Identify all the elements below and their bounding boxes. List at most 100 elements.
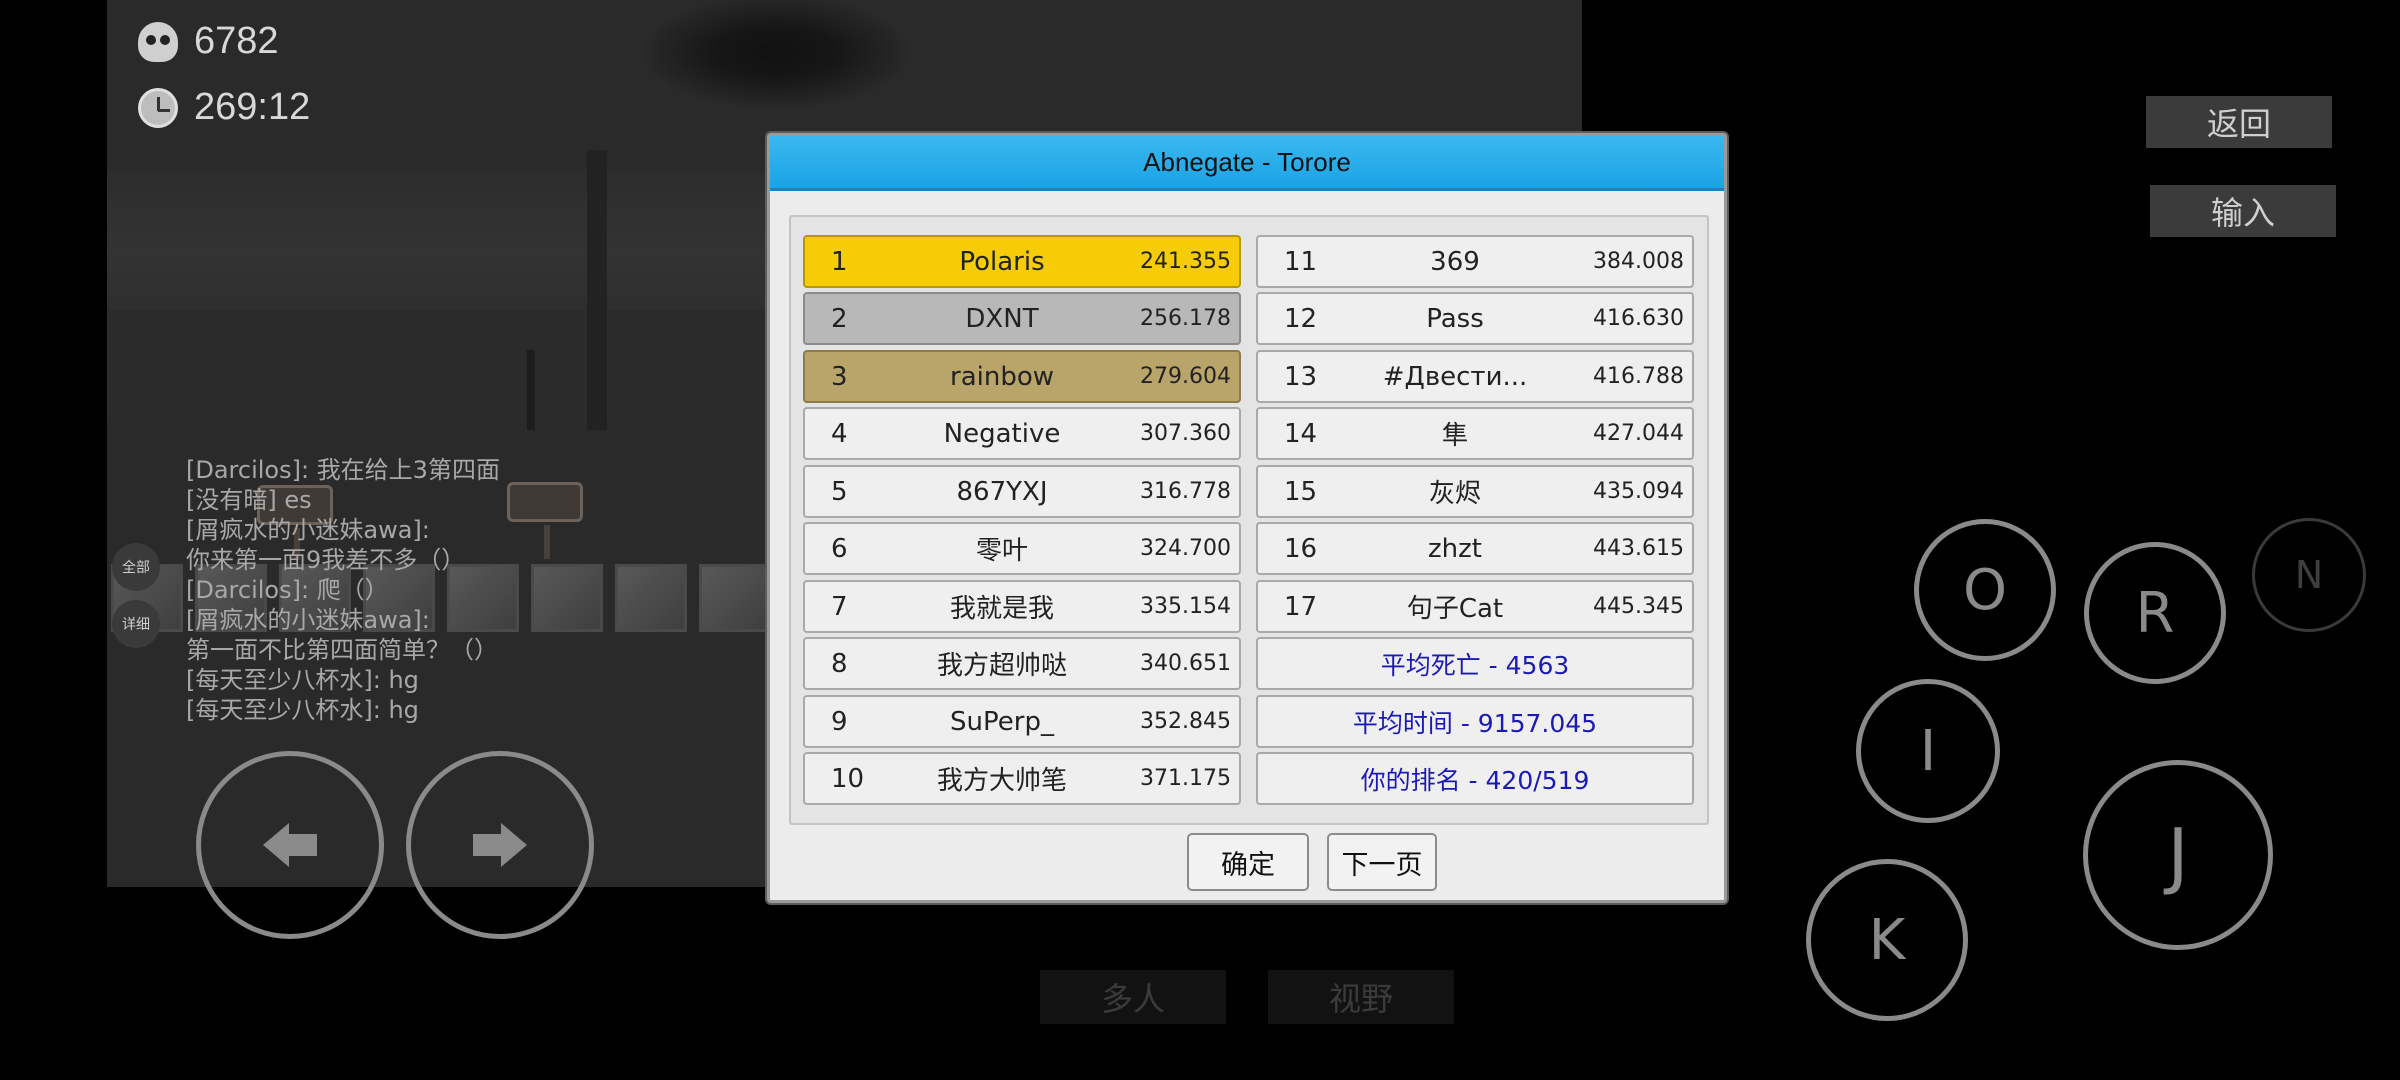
chat-line: [屑疯水的小迷妹awa]: xyxy=(186,516,430,544)
leaderboard-row: 15 灰烬 435.094 xyxy=(1256,465,1694,518)
clear-time: 427.044 xyxy=(1593,421,1684,446)
leaderboard-row: 14 隼 427.044 xyxy=(1256,407,1694,460)
chat-line: [Darcilos]: 我在给上3第四面 xyxy=(186,456,500,484)
key-j-button[interactable]: J xyxy=(2083,760,2273,950)
rank: 8 xyxy=(831,648,848,679)
key-r-button[interactable]: R xyxy=(2084,542,2226,684)
clear-time: 371.175 xyxy=(1140,766,1231,791)
rank: 3 xyxy=(831,361,848,392)
next-page-button[interactable]: 下一页 xyxy=(1327,833,1437,891)
player-name: 句子Cat xyxy=(1406,594,1504,624)
rank: 9 xyxy=(831,706,848,737)
clear-time: 384.008 xyxy=(1593,249,1684,274)
player-name: 零叶 xyxy=(975,536,1028,566)
clear-time: 256.178 xyxy=(1140,306,1231,331)
key-i-button[interactable]: I xyxy=(1856,679,2000,823)
time-value: 269:12 xyxy=(194,86,311,128)
chat-tab-all[interactable]: 全部 xyxy=(112,543,160,591)
background-shadow xyxy=(587,0,1007,150)
chat-line: [每天至少八杯水]: hg xyxy=(186,666,419,694)
leaderboard-row: 2 DXNT 256.178 xyxy=(803,292,1241,345)
death-counter: 6782 xyxy=(138,20,279,63)
player-name: SuPerp_ xyxy=(950,706,1054,737)
timer: 269:12 xyxy=(138,86,310,129)
chat-line: [每天至少八杯水]: hg xyxy=(186,696,419,724)
leaderboard-row: 3 rainbow 279.604 xyxy=(803,350,1241,403)
player-name: 我方大帅笔 xyxy=(936,766,1067,796)
dialog-title: Abnegate - Torore xyxy=(770,136,1724,191)
player-name: 我方超帅哒 xyxy=(936,651,1067,681)
chat-log: [Darcilos]: 我在给上3第四面 [没有暗] es [屑疯水的小迷妹aw… xyxy=(186,455,786,725)
average-time: 平均时间 - 9157.045 xyxy=(1256,695,1694,748)
background-pole xyxy=(527,350,535,430)
leaderboard-row: 7 我就是我 335.154 xyxy=(803,580,1241,633)
leaderboard-row: 5 867YXJ 316.778 xyxy=(803,465,1241,518)
rank: 4 xyxy=(831,418,848,449)
leaderboard-row: 9 SuPerp_ 352.845 xyxy=(803,695,1241,748)
player-name: 我就是我 xyxy=(949,594,1054,624)
clear-time: 241.355 xyxy=(1140,249,1231,274)
leaderboard-dialog: Abnegate - Torore 1 Polaris 241.355 2 DX… xyxy=(767,133,1727,903)
rank: 14 xyxy=(1284,418,1318,449)
clear-time: 445.345 xyxy=(1593,594,1684,619)
clear-time: 416.630 xyxy=(1593,306,1684,331)
clear-time: 335.154 xyxy=(1140,594,1231,619)
rank: 2 xyxy=(831,303,848,334)
rank: 1 xyxy=(831,246,848,277)
player-name: 369 xyxy=(1430,246,1480,277)
chat-line: 你来第一面9我差不多（） xyxy=(186,546,466,574)
background-wall xyxy=(587,150,607,430)
clock-icon xyxy=(138,87,178,128)
rank: 17 xyxy=(1284,591,1318,622)
average-deaths: 平均死亡 - 4563 xyxy=(1256,637,1694,690)
player-name: Polaris xyxy=(959,246,1045,277)
key-n-button[interactable]: N xyxy=(2252,518,2366,632)
rank: 10 xyxy=(831,763,865,794)
rank: 13 xyxy=(1284,361,1318,392)
player-name: 灰烬 xyxy=(1428,479,1481,509)
clear-time: 307.360 xyxy=(1140,421,1231,446)
rank: 16 xyxy=(1284,533,1318,564)
leaderboard-row: 11 369 384.008 xyxy=(1256,235,1694,288)
leaderboard-row: 12 Pass 416.630 xyxy=(1256,292,1694,345)
player-name: Negative xyxy=(943,418,1061,449)
skull-icon xyxy=(138,21,178,62)
back-button[interactable]: 返回 xyxy=(2146,96,2332,148)
multiplayer-button[interactable]: 多人 xyxy=(1040,970,1226,1024)
rank: 6 xyxy=(831,533,848,564)
leaderboard-row: 13 #Двести... 416.788 xyxy=(1256,350,1694,403)
key-o-button[interactable]: O xyxy=(1914,519,2056,661)
leaderboard-row: 1 Polaris 241.355 xyxy=(803,235,1241,288)
player-name: 867YXJ xyxy=(956,476,1048,507)
rank: 5 xyxy=(831,476,848,507)
leaderboard-row: 16 zhzt 443.615 xyxy=(1256,522,1694,575)
key-k-button[interactable]: K xyxy=(1806,859,1968,1021)
player-name: Pass xyxy=(1426,303,1484,334)
leaderboard-row: 4 Negative 307.360 xyxy=(803,407,1241,460)
rank: 11 xyxy=(1284,246,1318,277)
leaderboard: 1 Polaris 241.355 2 DXNT 256.178 3 rainb… xyxy=(789,215,1709,825)
player-name: 隼 xyxy=(1441,421,1468,451)
rank: 12 xyxy=(1284,303,1318,334)
clear-time: 324.700 xyxy=(1140,536,1231,561)
player-name: zhzt xyxy=(1428,533,1482,564)
clear-time: 340.651 xyxy=(1140,651,1231,676)
arrow-right-icon xyxy=(473,823,527,867)
player-name: rainbow xyxy=(950,361,1054,392)
ok-button[interactable]: 确定 xyxy=(1187,833,1309,891)
chat-line: [Darcilos]: 爬（） xyxy=(186,576,389,604)
leaderboard-row: 8 我方超帅哒 340.651 xyxy=(803,637,1241,690)
rank: 15 xyxy=(1284,476,1318,507)
clear-time: 279.604 xyxy=(1140,364,1231,389)
player-name: DXNT xyxy=(965,303,1039,334)
input-button[interactable]: 输入 xyxy=(2150,185,2336,237)
leaderboard-row: 10 我方大帅笔 371.175 xyxy=(803,752,1241,805)
view-button[interactable]: 视野 xyxy=(1268,970,1454,1024)
chat-tab-detail[interactable]: 详细 xyxy=(112,600,160,648)
clear-time: 435.094 xyxy=(1593,479,1684,504)
move-left-button[interactable] xyxy=(196,751,384,939)
clear-time: 316.778 xyxy=(1140,479,1231,504)
leaderboard-row: 17 句子Cat 445.345 xyxy=(1256,580,1694,633)
rank: 7 xyxy=(831,591,848,622)
move-right-button[interactable] xyxy=(406,751,594,939)
